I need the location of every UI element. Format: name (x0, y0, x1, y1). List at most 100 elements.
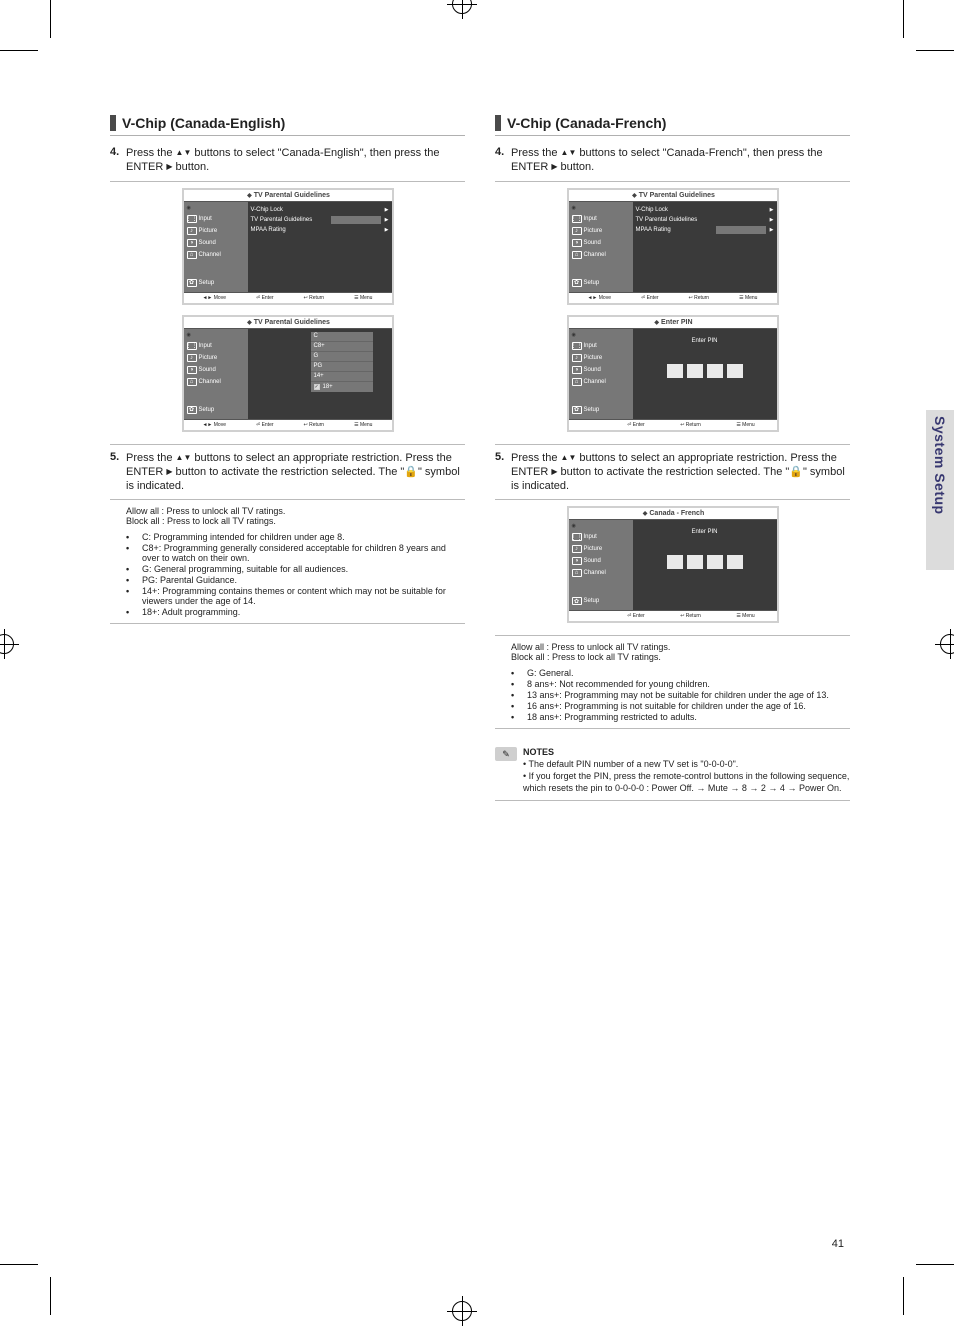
pin-entry (636, 364, 774, 378)
updown-arrow-icon: ▲▼ (176, 453, 192, 462)
pin-digit-box (707, 364, 723, 378)
pin-label: Enter PIN (636, 529, 774, 535)
film-icon: ⋮⋮ (572, 342, 582, 350)
rule (110, 499, 465, 500)
rule (495, 135, 850, 136)
osd-hint: ◉ (187, 205, 245, 211)
osd-header: ◆TV Parental Guidelines (184, 190, 392, 202)
cropmark (50, 0, 51, 38)
step-body: Press the ▲▼ buttons to select "Canada-E… (126, 146, 465, 175)
cropmark (0, 50, 38, 51)
osd-sidebar: ◉ ⋮⋮Input ♪Picture ◑Sound ⌂Channel ✿Setu… (569, 520, 633, 610)
plug-icon: ⌂ (572, 378, 582, 386)
gear-icon: ✿ (572, 406, 582, 414)
osd-screenshot: ◆Enter PIN ◉ ⋮⋮Input ♪Picture ◑Sound ⌂Ch… (569, 317, 777, 430)
note-title: NOTES (523, 747, 850, 759)
updown-arrow-icon: ▲▼ (176, 148, 192, 157)
pin-entry (636, 555, 774, 569)
cropmark (916, 50, 954, 51)
block-all-label: Block all : Press to lock all TV ratings… (511, 652, 850, 662)
allow-all-label: Allow all : Press to unlock all TV ratin… (126, 506, 465, 516)
osd-footer: . ⏎ Enter ↩ Return ☰ Menu (569, 419, 777, 430)
side-tab: System Setup (926, 410, 954, 570)
step-4-left: 4. Press the ▲▼ buttons to select "Canad… (110, 146, 465, 175)
pin-label: Enter PIN (636, 338, 774, 344)
rule (495, 800, 850, 801)
rating-list-left: •C: Programming intended for children un… (126, 532, 465, 617)
step-4-right: 4. Press the ▲▼ buttons to select "Canad… (495, 146, 850, 175)
registration-mark-bottom (452, 1301, 472, 1321)
osd-footer: . ⏎ Enter ↩ Return ☰ Menu (569, 610, 777, 621)
rule (495, 635, 850, 636)
film-icon: ⋮⋮ (187, 215, 197, 223)
plug-icon: ⌂ (572, 569, 582, 577)
gear-icon: ✿ (572, 597, 582, 605)
step-body: Press the ▲▼ buttons to select "Canada-F… (511, 146, 850, 175)
pin-digit-box (667, 364, 683, 378)
music-icon: ♪ (572, 545, 582, 553)
music-icon: ♪ (187, 227, 197, 235)
left-column: V-Chip (Canada-English) 4. Press the ▲▼ … (110, 115, 465, 807)
block-all-label: Block all : Press to lock all TV ratings… (126, 516, 465, 526)
rule (110, 444, 465, 445)
osd-header: ◆TV Parental Guidelines (569, 190, 777, 202)
right-arrow-icon: ▶ (770, 217, 774, 223)
rule (110, 181, 465, 182)
cropmark (903, 1277, 904, 1315)
step-number: 5. (495, 451, 511, 494)
pin-digit-box (727, 555, 743, 569)
gear-icon: ✿ (187, 406, 197, 414)
pin-digit-box (687, 364, 703, 378)
side-tab-label: System Setup (932, 416, 948, 515)
pin-digit-box (667, 555, 683, 569)
note-body: • The default PIN number of a new TV set… (523, 759, 850, 794)
osd-submenu: C C8+ G PG 14+ ✓18+ (311, 332, 373, 392)
cropmark (50, 1277, 51, 1315)
rule (110, 135, 465, 136)
music-icon: ♪ (187, 354, 197, 362)
allow-all-label: Allow all : Press to unlock all TV ratin… (511, 642, 850, 652)
rule (110, 623, 465, 624)
antenna-icon: ◑ (572, 366, 582, 374)
antenna-icon: ◑ (572, 557, 582, 565)
osd-header: ◆TV Parental Guidelines (184, 317, 392, 329)
antenna-icon: ◑ (187, 366, 197, 374)
step-body: Press the ▲▼ buttons to select an approp… (126, 451, 465, 494)
osd-screenshot: ◆TV Parental Guidelines ◉ ⋮⋮Input ♪Pictu… (184, 190, 392, 303)
music-icon: ♪ (572, 227, 582, 235)
section-bar-icon (110, 115, 116, 131)
film-icon: ⋮⋮ (187, 342, 197, 350)
right-arrow-icon: ▶ (770, 207, 774, 213)
pin-digit-box (707, 555, 723, 569)
registration-mark-left (0, 634, 14, 654)
rule (495, 499, 850, 500)
cropmark (916, 1264, 954, 1265)
section-heading-left: V-Chip (Canada-English) (122, 115, 285, 131)
osd-main: Enter PIN (633, 329, 777, 419)
antenna-icon: ◑ (187, 239, 197, 247)
film-icon: ⋮⋮ (572, 215, 582, 223)
step-body: Press the ▲▼ buttons to select an approp… (511, 451, 850, 494)
step-number: 5. (110, 451, 126, 494)
note-block: ✎ NOTES • The default PIN number of a ne… (495, 747, 850, 794)
osd-footer: ◄► Move ⏎ Enter ↩ Return ☰ Menu (569, 292, 777, 303)
osd-main: V-Chip Lock▶ TV Parental Guidelines▶ MPA… (633, 202, 777, 292)
section-bar-icon (495, 115, 501, 131)
osd-header: ◆Enter PIN (569, 317, 777, 329)
osd-sidebar: ◉ ⋮⋮Input ♪Picture ◑Sound ⌂Channel ✿Setu… (184, 202, 248, 292)
pin-digit-box (687, 555, 703, 569)
osd-footer: ◄► Move ⏎ Enter ↩ Return ☰ Menu (184, 419, 392, 430)
osd-sidebar: ◉ ⋮⋮Input ♪Picture ◑Sound ⌂Channel ✿Setu… (569, 329, 633, 419)
right-arrow-icon: ▶ (385, 217, 389, 223)
film-icon: ⋮⋮ (572, 533, 582, 541)
page-number: 41 (832, 1238, 844, 1250)
rule (495, 181, 850, 182)
rating-list-right: •G: General. •8 ans+: Not recommended fo… (511, 668, 850, 722)
step-5-left: 5. Press the ▲▼ buttons to select an app… (110, 451, 465, 494)
gear-icon: ✿ (187, 279, 197, 287)
note-icon: ✎ (495, 747, 517, 761)
page: V-Chip (Canada-English) 4. Press the ▲▼ … (55, 35, 899, 1280)
rule (495, 444, 850, 445)
gear-icon: ✿ (572, 279, 582, 287)
right-arrow-icon: ▶ (385, 207, 389, 213)
